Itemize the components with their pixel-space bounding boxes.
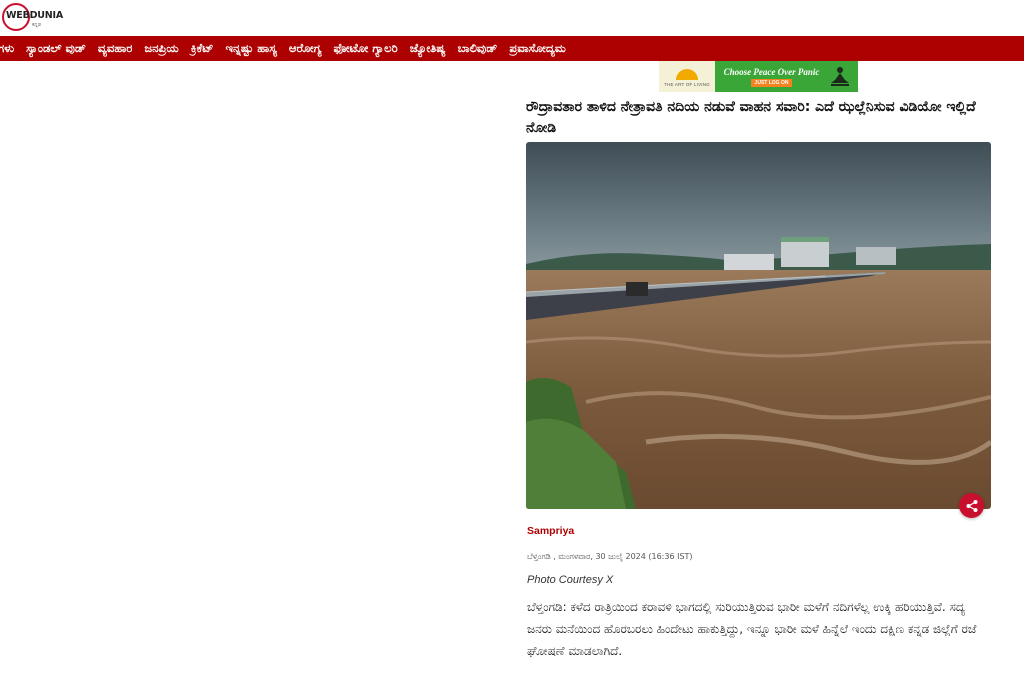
article-author[interactable]: Sampriya: [527, 525, 574, 537]
logo-subtitle: ಕನ್ನಡ: [32, 22, 41, 28]
ad-cta-button[interactable]: JUST LOG ON: [750, 78, 793, 87]
article-body: ಬೆಳ್ತಂಗಡಿ: ಕಳೆದ ರಾತ್ರಿಯಿಂದ ಕರಾವಳಿ ಭಾಗದಲ್…: [527, 600, 977, 658]
share-icon: [966, 499, 977, 512]
nav-item-tourism[interactable]: ಪ್ರವಾಸೋದ್ಯಮ: [503, 41, 572, 56]
nav-item-popular[interactable]: ಜನಪ್ರಿಯ: [138, 41, 184, 56]
ad-logo: THE ART OF LIVING: [659, 61, 715, 92]
nav-item-more-humor[interactable]: ಇನ್ನಷ್ಟು ಹಾಸ್ಯ: [219, 41, 282, 56]
nav-item-sandalwood[interactable]: ಸ್ಯಾಂಡಲ್ ವುಡ್: [20, 41, 92, 56]
nav-item-photo-gallery[interactable]: ಫೋಟೋ ಗ್ಯಾಲರಿ: [328, 41, 404, 56]
ad-logo-caption: THE ART OF LIVING: [664, 81, 710, 87]
sun-icon: [676, 68, 698, 80]
ad-title: Choose Peace Over Panic: [723, 66, 820, 77]
site-logo[interactable]: WEBDUNIA ಕನ್ನಡ: [2, 3, 64, 33]
logo-text: WEBDUNIA: [6, 9, 64, 21]
ad-banner[interactable]: THE ART OF LIVING Choose Peace Over Pani…: [659, 61, 858, 92]
main-nav: ಗಳು ಸ್ಯಾಂಡಲ್ ವುಡ್ ವ್ಯವಹಾರ ಜನಪ್ರಿಯ ಕ್ರಿಕೆ…: [0, 36, 1024, 61]
site-header: WEBDUNIA ಕನ್ನಡ: [0, 0, 1024, 37]
nav-item-partial[interactable]: ಗಳು: [0, 41, 20, 56]
photo-courtesy: Photo Courtesy X: [527, 574, 614, 586]
nav-item-health[interactable]: ಆರೋಗ್ಯ: [283, 41, 328, 56]
ad-text: Choose Peace Over Panic JUST LOG ON: [715, 67, 828, 87]
share-button[interactable]: [959, 493, 984, 518]
nav-item-astrology[interactable]: ಜ್ಯೋತಿಷ್ಯ: [404, 41, 452, 56]
nav-item-business[interactable]: ವ್ಯವಹಾರ: [92, 41, 138, 56]
nav-item-bollywood[interactable]: ಬಾಲಿವುಡ್: [452, 41, 504, 56]
meditation-figure-icon: [831, 66, 849, 86]
article-hero-image[interactable]: [526, 142, 991, 509]
article-headline: ರೌದ್ರಾವತಾರ ತಾಳಿದ ನೇತ್ರಾವತಿ ನದಿಯ ನಡುವೆ ವಾ…: [526, 99, 976, 136]
flooded-river-photo: [526, 142, 991, 509]
nav-item-cricket[interactable]: ಕ್ರಿಕೆಟ್: [185, 41, 220, 56]
article-dateline: ಬೆಳ್ತಂಗಡಿ , ಮಂಗಳವಾರ, 30 ಜುಲೈ 2024 (16:36…: [527, 552, 693, 561]
